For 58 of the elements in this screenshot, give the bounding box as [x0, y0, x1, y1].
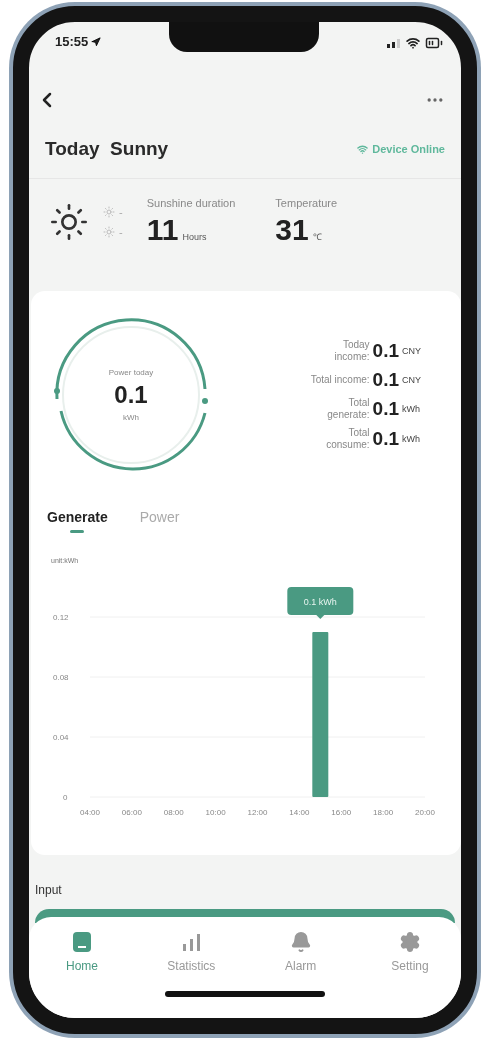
x-tick-label: 12:00 [247, 808, 268, 817]
stat-value: 31 [275, 213, 309, 247]
x-tick-label: 10:00 [205, 808, 226, 817]
device-status: Device Online [372, 143, 445, 155]
signal-icon [387, 38, 401, 48]
x-tick-label: 14:00 [289, 808, 310, 817]
y-tick-label: 0.12 [53, 613, 69, 622]
summary-value: 0.1 [372, 428, 399, 450]
summary-label: Total generate: [326, 397, 370, 421]
summary-unit: kWh [402, 434, 420, 444]
stat-unit: Hours [182, 232, 207, 242]
antenna-icon [357, 143, 369, 155]
stat-value: 11 [146, 213, 179, 247]
y-tick-label: 0.08 [53, 673, 69, 682]
x-tick-label: 06:00 [121, 808, 142, 817]
y-tick-label: 0 [63, 793, 68, 802]
wifi-icon [406, 36, 420, 50]
nav-tab[interactable]: Home [47, 931, 117, 973]
bell-icon [289, 931, 312, 953]
x-tick-label: 18:00 [373, 808, 394, 817]
location-icon [91, 36, 102, 47]
small-sun-icon [103, 226, 115, 238]
chart-tab[interactable]: Power [139, 509, 180, 533]
summary-label: Today income: [333, 339, 370, 363]
value-tooltip: 0.1 kWh [287, 587, 354, 619]
sun-icon [49, 202, 89, 242]
summary-value: 0.1 [372, 340, 399, 362]
stat-unit: ℃ [312, 231, 322, 243]
x-tick-label: 20:00 [415, 808, 435, 817]
gauge-unit: kWh [123, 413, 139, 422]
summary-value: 0.1 [372, 398, 399, 420]
nav-tab[interactable]: Statistics [156, 931, 227, 973]
gauge-value: 0.1 [114, 381, 148, 409]
home-icon [72, 931, 92, 953]
summary-unit: CNY [402, 346, 421, 356]
nav-tab[interactable]: Setting [375, 931, 445, 973]
section-title: Input [34, 882, 63, 899]
stat-label: Temperature [275, 197, 338, 209]
status-time: 15:55 [55, 34, 89, 49]
x-tick-label: 08:00 [163, 808, 184, 817]
chart-tab[interactable]: Generate [47, 509, 108, 533]
gauge-label: Power today [108, 368, 154, 377]
x-tick-label: 16:00 [331, 808, 352, 817]
page-title: Today Sunny [45, 138, 169, 160]
summary-unit: kWh [402, 404, 420, 414]
small-sun-icon [103, 206, 115, 218]
settings-icon [399, 931, 421, 953]
summary-label: Total income: [309, 374, 370, 386]
y-tick-label: 0.04 [53, 733, 69, 742]
summary-label: Total consume: [325, 427, 370, 451]
summary-value: 0.1 [372, 369, 399, 391]
bar-chart-icon [180, 931, 203, 953]
summary-unit: CNY [402, 375, 421, 385]
stat-label: Sunshine duration [146, 197, 236, 209]
weather-value: - [119, 226, 123, 238]
nav-tab[interactable]: Alarm [265, 931, 336, 973]
weather-value: - [119, 206, 123, 218]
x-tick-label: 04:00 [80, 808, 100, 817]
